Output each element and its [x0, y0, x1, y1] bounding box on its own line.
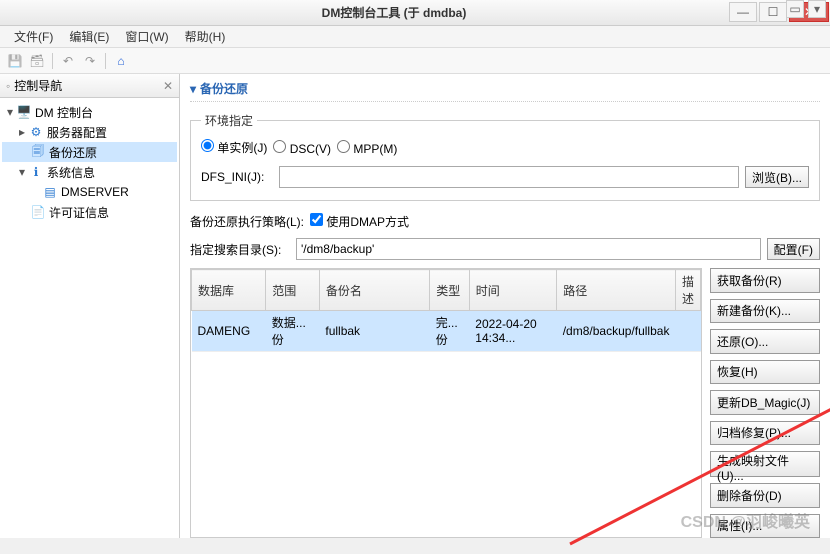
dropdown-icon[interactable]: ▾	[808, 0, 826, 18]
configure-button[interactable]: 配置(F)	[767, 238, 820, 260]
view-toggle-icon[interactable]: ▭	[786, 0, 804, 18]
minimize-button[interactable]: —	[729, 2, 757, 22]
delete-backup-button[interactable]: 删除备份(D)	[710, 483, 820, 508]
restore-button[interactable]: 还原(O)...	[710, 329, 820, 354]
col-db[interactable]: 数据库	[192, 270, 266, 311]
col-type[interactable]: 类型	[430, 270, 470, 311]
menu-help[interactable]: 帮助(H)	[177, 28, 234, 45]
col-range[interactable]: 范围	[266, 270, 320, 311]
policy-label: 备份还原执行策略(L):	[190, 213, 304, 230]
content-title: 备份还原	[200, 80, 248, 97]
env-legend: 环境指定	[201, 112, 257, 129]
redo-icon[interactable]: ↷	[81, 52, 99, 70]
col-name[interactable]: 备份名	[319, 270, 429, 311]
tree-root[interactable]: ▾ 🖥️ DM 控制台	[2, 102, 177, 122]
searchdir-input[interactable]	[296, 238, 761, 260]
sidebar-tab[interactable]: ◦ 控制导航 ✕	[0, 74, 179, 98]
home-icon[interactable]: ⌂	[112, 52, 130, 70]
searchdir-label: 指定搜索目录(S):	[190, 241, 290, 258]
archive-repair-button[interactable]: 归档修复(P)...	[710, 421, 820, 446]
dfs-input[interactable]	[279, 166, 739, 188]
collapse-icon[interactable]: ▾	[190, 82, 196, 96]
col-time[interactable]: 时间	[469, 270, 556, 311]
sidebar-tab-label: 控制导航	[14, 77, 62, 94]
menu-file[interactable]: 文件(F)	[6, 28, 61, 45]
pin-icon[interactable]: ✕	[163, 79, 173, 93]
dmap-checkbox[interactable]: 使用DMAP方式	[310, 213, 409, 230]
mapfile-button[interactable]: 生成映射文件(U)...	[710, 451, 820, 477]
radio-single[interactable]: 单实例(J)	[201, 139, 267, 156]
tree-server-config[interactable]: ▸ ⚙ 服务器配置	[2, 122, 177, 142]
new-backup-button[interactable]: 新建备份(K)...	[710, 299, 820, 324]
undo-icon[interactable]: ↶	[59, 52, 77, 70]
saveall-icon[interactable]: 🗃	[28, 52, 46, 70]
license-icon: 📄	[30, 204, 46, 220]
gear-icon: ⚙	[28, 124, 44, 140]
browse-button[interactable]: 浏览(B)...	[745, 166, 809, 188]
console-icon: 🖥️	[16, 104, 32, 120]
menu-window[interactable]: 窗口(W)	[117, 28, 176, 45]
window-title: DM控制台工具 (于 dmdba)	[60, 4, 728, 21]
col-path[interactable]: 路径	[557, 270, 676, 311]
update-dbmagic-button[interactable]: 更新DB_Magic(J)	[710, 390, 820, 415]
server-icon: ▤	[42, 184, 58, 200]
col-desc[interactable]: 描述	[675, 270, 700, 311]
tree-dmserver[interactable]: ▤ DMSERVER	[2, 182, 177, 202]
fetch-backup-button[interactable]: 获取备份(R)	[710, 268, 820, 293]
table-row[interactable]: DAMENG 数据...份 fullbak 完...份 2022-04-20 1…	[192, 311, 701, 352]
tree-backup-restore[interactable]: 🗐 备份还原	[2, 142, 177, 162]
info-icon: ℹ	[28, 164, 44, 180]
menu-edit[interactable]: 编辑(E)	[61, 28, 117, 45]
properties-button[interactable]: 属性(I)...	[710, 514, 820, 539]
recover-button[interactable]: 恢复(H)	[710, 360, 820, 385]
backup-icon: 🗐	[30, 144, 46, 160]
tree-sysinfo[interactable]: ▾ ℹ 系统信息	[2, 162, 177, 182]
radio-mpp[interactable]: MPP(M)	[337, 140, 397, 156]
maximize-button[interactable]: ☐	[759, 2, 787, 22]
dfs-label: DFS_INI(J):	[201, 170, 273, 184]
tree-license[interactable]: 📄 许可证信息	[2, 202, 177, 222]
radio-dsc[interactable]: DSC(V)	[273, 140, 331, 156]
save-icon[interactable]: 💾	[6, 52, 24, 70]
